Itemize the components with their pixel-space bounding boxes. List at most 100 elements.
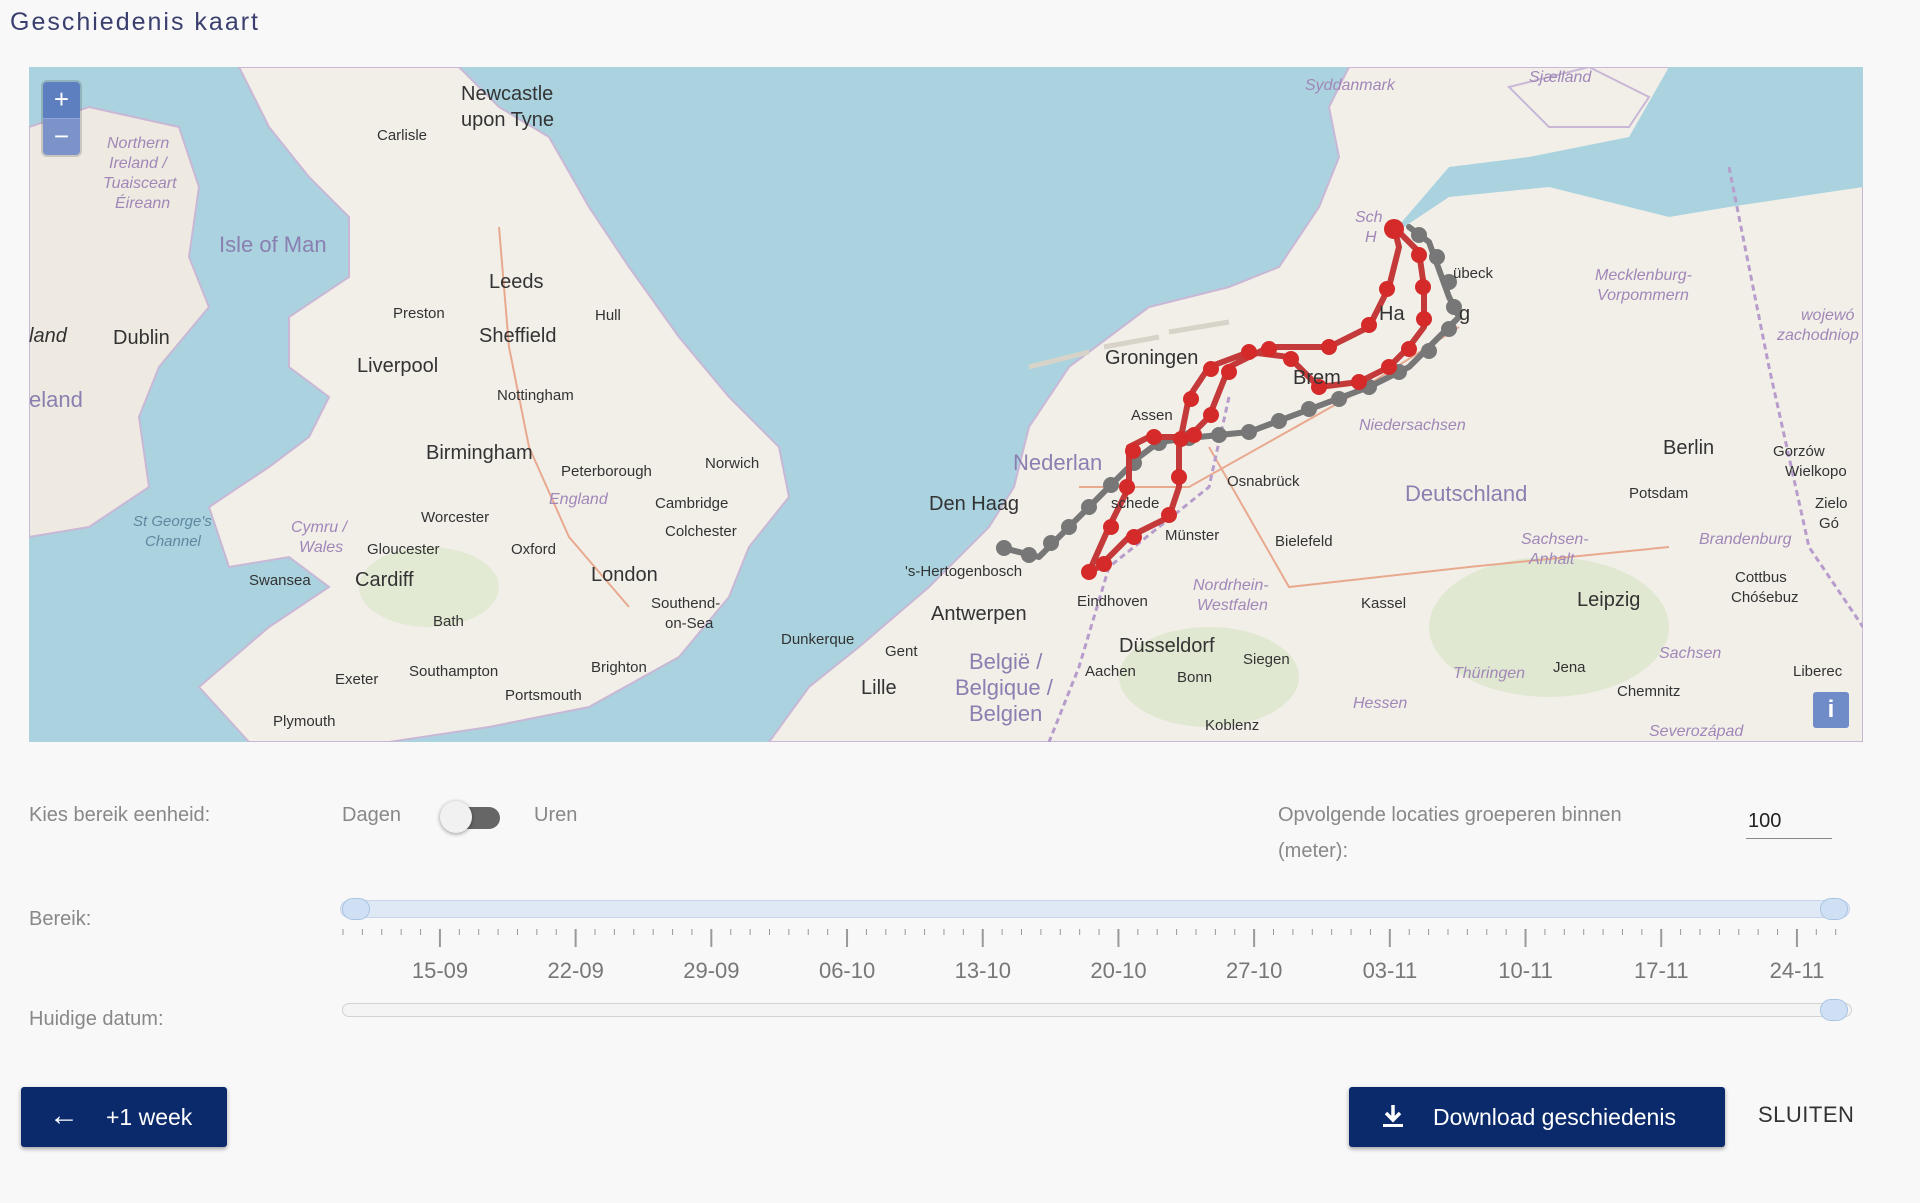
map-label: Brandenburg: [1699, 531, 1792, 548]
map-label: Koblenz: [1205, 717, 1260, 734]
map-label: Westfalen: [1197, 597, 1268, 614]
history-map[interactable]: + − i Newcastle upon Tyne Carlisle North…: [29, 67, 1863, 742]
map-label: Channel: [145, 533, 201, 550]
map-label: Preston: [393, 305, 445, 322]
map-label: schede: [1111, 495, 1160, 512]
map-label: Northern: [107, 135, 170, 152]
map-label: Southampton: [409, 663, 499, 680]
map-label: Jena: [1553, 659, 1586, 676]
map-label: Hessen: [1353, 695, 1408, 712]
map-label: Gloucester: [367, 541, 440, 558]
map-label: Colchester: [665, 523, 737, 540]
map-label: Ha: [1379, 303, 1405, 325]
map-label: Worcester: [421, 509, 490, 526]
map-label: Lille: [861, 677, 897, 699]
map-label: Cambridge: [655, 495, 729, 512]
unit-label: Kies bereik eenheid:: [29, 804, 211, 826]
map-label: Liberec: [1793, 663, 1843, 680]
map-label: Münster: [1165, 527, 1220, 544]
map-label: St George's: [133, 513, 212, 530]
map-label: Wales: [299, 539, 344, 556]
range-end-handle[interactable]: [1820, 898, 1848, 920]
map-label: on-Sea: [665, 615, 714, 632]
current-date-label: Huidige datum:: [29, 1008, 164, 1030]
map-label: Dublin: [113, 327, 170, 349]
zoom-out-button[interactable]: −: [43, 118, 80, 155]
map-label: Sch: [1355, 209, 1383, 226]
map-label: Groningen: [1105, 347, 1199, 369]
map-label: 's-Hertogenbosch: [905, 563, 1023, 580]
group-distance-label: Opvolgende locaties groeperen binnen: [1278, 804, 1622, 826]
map-label: Peterborough: [561, 463, 652, 480]
map-label: Sjælland: [1529, 69, 1592, 86]
range-slider-track[interactable]: [340, 900, 1850, 918]
map-label: Éireann: [115, 195, 171, 212]
back-week-button[interactable]: ← +1 week: [21, 1087, 227, 1147]
map-label: Eindhoven: [1077, 593, 1148, 610]
current-date-slider-track[interactable]: [342, 1003, 1852, 1017]
unit-hours-label: Uren: [534, 804, 578, 826]
unit-days-label: Dagen: [342, 804, 401, 826]
map-label: Zielo: [1815, 495, 1848, 512]
map-label: Thüringen: [1453, 665, 1526, 682]
range-tick-label: 13-10: [954, 958, 1011, 983]
map-label: Osnabrück: [1227, 473, 1300, 490]
map-label: Portsmouth: [505, 687, 582, 704]
range-tick-label: 20-10: [1090, 958, 1147, 983]
map-label: g: [1459, 303, 1471, 325]
dialog-title: Geschiedenis kaart: [10, 8, 261, 36]
map-label: Gó: [1819, 515, 1840, 532]
map-label: Gorzów: [1773, 443, 1825, 460]
zoom-in-button[interactable]: +: [43, 82, 80, 118]
map-label: Vorpommern: [1597, 287, 1689, 304]
map-label: Exeter: [335, 671, 379, 688]
map-label: land: [29, 325, 67, 347]
map-label: Belgien: [969, 701, 1043, 726]
map-label: Nottingham: [497, 387, 574, 404]
map-label: Norwich: [705, 455, 760, 472]
map-label: Antwerpen: [931, 603, 1027, 625]
map-label: Nederlan: [1013, 450, 1103, 475]
map-label: Newcastle: [461, 83, 554, 105]
map-label: Den Haag: [929, 493, 1020, 515]
map-label: België /: [969, 649, 1043, 674]
map-attribution-info-icon[interactable]: i: [1813, 692, 1849, 728]
map-label: London: [591, 564, 658, 586]
unit-toggle-knob[interactable]: [440, 801, 472, 833]
range-tick-label: 06-10: [818, 958, 876, 983]
map-label: Carlisle: [377, 127, 428, 144]
map-label: upon Tyne: [461, 109, 555, 131]
map-label: Liverpool: [357, 355, 439, 377]
map-label: H: [1365, 229, 1377, 246]
map-label: Southend-: [651, 595, 721, 612]
close-button[interactable]: SLUITEN: [1758, 1102, 1854, 1128]
map-label: Aachen: [1085, 663, 1136, 680]
map-label: Bath: [433, 613, 464, 630]
map-label: Deutschland: [1405, 481, 1528, 506]
range-tick-label: 10-11: [1498, 958, 1553, 983]
map-label: Brighton: [591, 659, 647, 676]
map-label: Swansea: [249, 572, 311, 589]
map-label: Sachsen: [1659, 645, 1722, 662]
download-history-button[interactable]: Download geschiedenis: [1349, 1087, 1725, 1147]
current-date-handle[interactable]: [1820, 999, 1848, 1021]
map-label: eland: [29, 387, 83, 412]
map-label: Mecklenburg-: [1595, 267, 1692, 284]
map-label: Chóśebuz: [1731, 589, 1799, 606]
map-label: Assen: [1131, 407, 1173, 424]
map-label: Wielkopo: [1785, 463, 1847, 480]
range-tick-label: 03-11: [1362, 958, 1418, 983]
map-label: Belgique /: [955, 675, 1053, 700]
map-label: Sachsen-: [1521, 531, 1589, 548]
arrow-left-icon: ←: [49, 1099, 79, 1132]
group-distance-input[interactable]: [1746, 804, 1832, 839]
download-history-label: Download geschiedenis: [1433, 1104, 1676, 1130]
map-label: Chemnitz: [1617, 683, 1681, 700]
range-tick-label: 24-11: [1769, 958, 1825, 983]
range-tick-label: 22-09: [547, 958, 604, 983]
back-week-label: +1 week: [106, 1104, 193, 1130]
range-start-handle[interactable]: [342, 898, 370, 920]
map-label: Leipzig: [1577, 589, 1641, 611]
map-label: wojewó: [1801, 307, 1855, 324]
map-label: Bonn: [1177, 669, 1213, 686]
